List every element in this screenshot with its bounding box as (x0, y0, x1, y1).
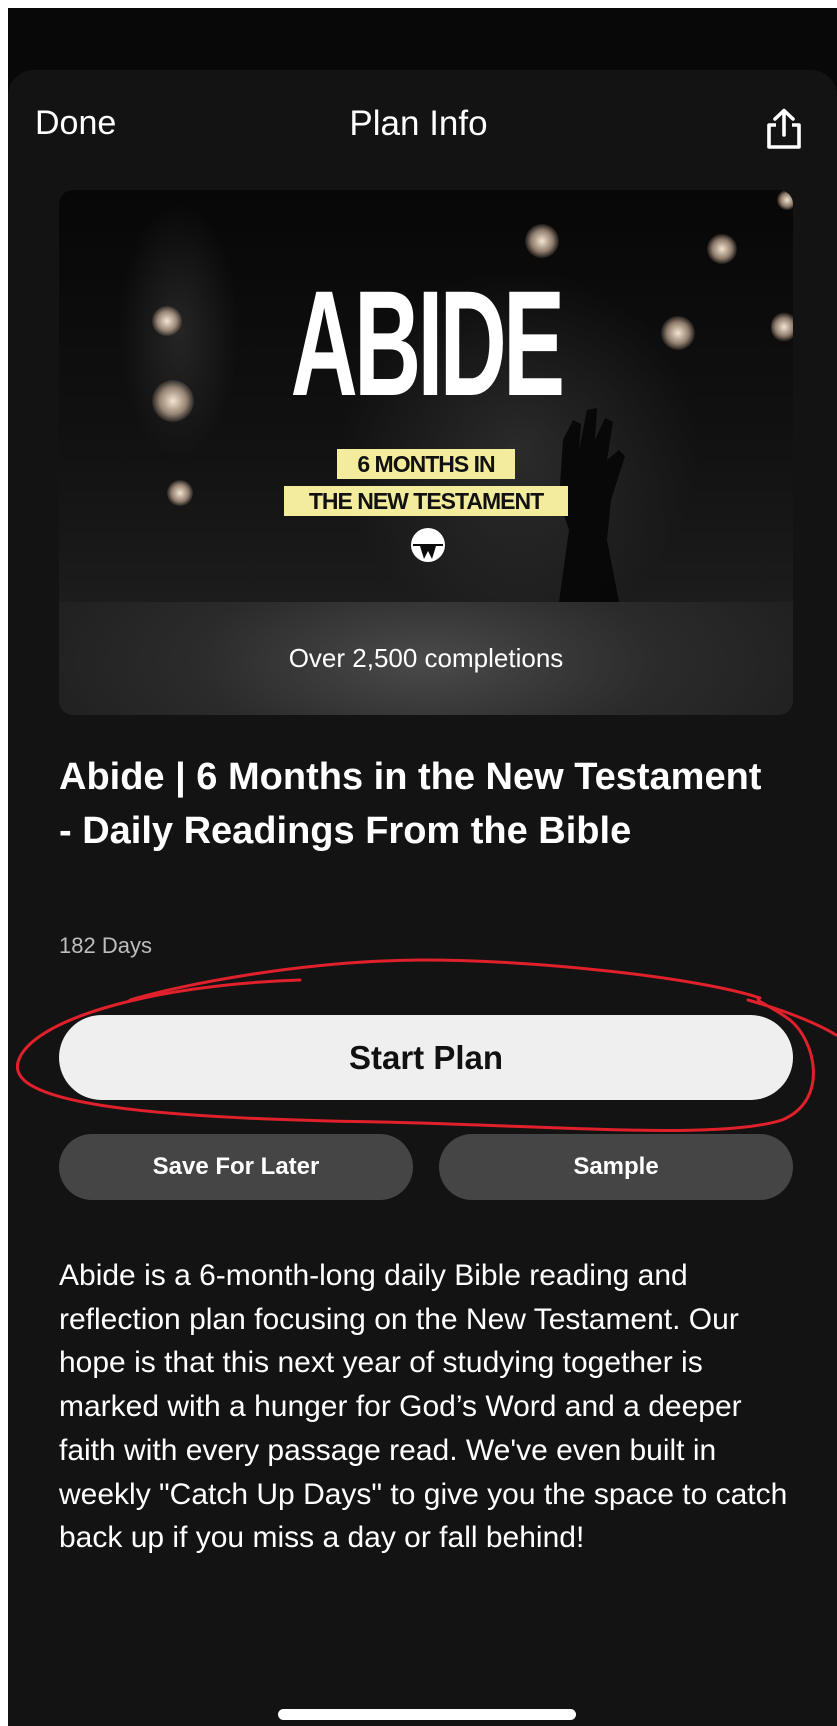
save-for-later-button[interactable]: Save For Later (59, 1134, 413, 1200)
publisher-logo-icon (411, 528, 445, 562)
bokeh-light (525, 224, 559, 258)
sample-button[interactable]: Sample (439, 1134, 793, 1200)
bokeh-light (777, 190, 793, 210)
plan-duration: 182 Days (59, 933, 152, 958)
plan-cover-image: ABIDE 6 MONTHS IN THE NEW TESTAMENT (59, 190, 793, 602)
bokeh-light (771, 312, 793, 342)
plan-card[interactable]: ABIDE 6 MONTHS IN THE NEW TESTAMENT Over… (59, 190, 793, 715)
share-icon (767, 108, 801, 149)
plan-title: Abide | 6 Months in the New Testament - … (59, 756, 762, 852)
bokeh-light (661, 316, 695, 350)
bokeh-light (152, 380, 194, 422)
page-title: Plan Info (349, 104, 488, 143)
bokeh-light (707, 234, 737, 264)
bokeh-light (152, 306, 182, 336)
cover-tag-line-2: THE NEW TESTAMENT (284, 486, 568, 516)
cover-tag-line-1: 6 MONTHS IN (337, 449, 515, 479)
cover-title: ABIDE (290, 259, 565, 427)
share-button[interactable] (762, 107, 806, 151)
completions-count: Over 2,500 completions (59, 602, 793, 715)
start-plan-button[interactable]: Start Plan (59, 1015, 793, 1100)
bokeh-light (167, 480, 193, 506)
home-indicator (278, 1709, 576, 1720)
plan-description: Abide is a 6-month-long daily Bible read… (59, 1259, 788, 1555)
